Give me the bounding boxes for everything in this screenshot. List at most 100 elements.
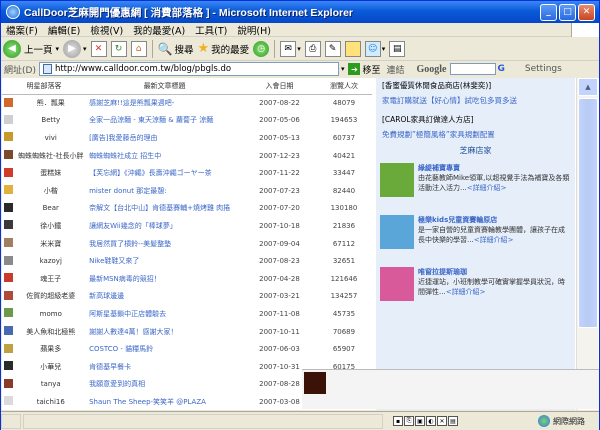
article-title-link[interactable]: 最新MSN病毒的競招！: [86, 270, 243, 288]
avatar[interactable]: [4, 343, 13, 353]
article-title-link[interactable]: 我居然買了槓鈴--美髮整墊: [86, 235, 243, 253]
blogger-name[interactable]: 徐小鐵: [15, 217, 86, 235]
article-title-link[interactable]: 蜘蛛蜘蛛社成立 招生中: [86, 147, 243, 165]
article-title-link[interactable]: 全家一品涼麵 - 東天涼麵 & 蘿蔔子 涼麵: [86, 112, 243, 130]
avatar[interactable]: [4, 202, 13, 212]
shop-thumbnail[interactable]: [380, 163, 414, 197]
article-title-link[interactable]: 新高球邊邊: [86, 288, 243, 306]
forward-button[interactable]: ▶ ▾: [63, 39, 87, 58]
article-title-link[interactable]: Nike鞋鞋又來了: [86, 252, 243, 270]
article-title-link[interactable]: 謝謝人數達4萬！感謝大家！: [86, 323, 243, 341]
menu-favorites[interactable]: 我的最愛(A): [128, 23, 190, 37]
avatar[interactable]: [4, 361, 13, 371]
article-title-link[interactable]: 奈解文【台北中山】肯德基賽輔+燒烤雞 肉捲: [86, 200, 243, 218]
blogger-name[interactable]: Bear: [15, 200, 86, 218]
edit-button[interactable]: ✎: [324, 40, 341, 57]
blogger-name[interactable]: 熊．瓢果: [15, 94, 86, 112]
article-title-link[interactable]: 讓網友Wii幾念的「棒球夢」: [86, 217, 243, 235]
blogger-name[interactable]: taichi16: [15, 393, 86, 410]
go-button[interactable]: ➔ 移至: [348, 63, 380, 76]
menu-help[interactable]: 說明(H): [232, 23, 276, 37]
blogger-name[interactable]: 蛋糕妹: [15, 164, 86, 182]
blogger-name[interactable]: 小華兒: [15, 358, 86, 376]
minimize-button[interactable]: _: [540, 3, 557, 21]
blogger-name[interactable]: 佐賀的超級老婆: [15, 288, 86, 306]
research-button[interactable]: ▤: [389, 40, 406, 57]
article-title-link[interactable]: [廣告]我愛藤岳的理由: [86, 129, 243, 147]
menu-view[interactable]: 檢視(V): [85, 23, 128, 37]
article-title-link[interactable]: 【芙忘網】《沖繩》長壽沖繩ゴーヤー茶: [86, 164, 243, 182]
shop-title-link[interactable]: 綠緹補寶專賣: [418, 163, 571, 173]
shop-title-link[interactable]: 唯窗拉提斯瑜珈: [418, 267, 571, 277]
avatar[interactable]: [4, 273, 13, 283]
avatar[interactable]: [4, 396, 13, 406]
avatar[interactable]: [4, 114, 13, 124]
avatar[interactable]: [4, 97, 13, 107]
shop-more-link[interactable]: <詳細介紹>: [474, 236, 514, 244]
sidebar-promo-link-1[interactable]: 家電訂購就送【好心情】試吃包多買多送: [376, 93, 575, 108]
article-title-link[interactable]: mister donut 那定最憩:: [86, 182, 243, 200]
home-button[interactable]: ⌂: [130, 40, 147, 57]
shop-thumbnail[interactable]: [380, 215, 414, 249]
search-button[interactable]: 🔍 搜尋: [158, 42, 194, 56]
article-title-link[interactable]: COSTCO - 貓糧馬鈴: [86, 340, 243, 358]
menu-edit[interactable]: 編輯(E): [43, 23, 85, 37]
scroll-up-button[interactable]: ▲: [578, 78, 598, 96]
blogger-name[interactable]: tanya: [15, 376, 86, 394]
scroll-thumb[interactable]: [578, 98, 598, 328]
menu-file[interactable]: 檔案(F): [1, 23, 43, 37]
shop-thumbnail[interactable]: [380, 267, 414, 301]
favorites-button[interactable]: ★ 我的最愛: [198, 41, 250, 56]
blogger-name[interactable]: kazoyj: [15, 252, 86, 270]
avatar[interactable]: [4, 132, 13, 142]
settings-button[interactable]: Settings: [525, 64, 562, 74]
stop-button[interactable]: ✕: [90, 40, 107, 57]
mail-button[interactable]: ✉ ▾: [280, 40, 301, 57]
blogger-name[interactable]: 蘋果多: [15, 340, 86, 358]
history-button[interactable]: ◷: [253, 40, 270, 57]
avatar[interactable]: [4, 238, 13, 248]
blogger-name[interactable]: 小楷: [15, 182, 86, 200]
avatar[interactable]: [4, 220, 13, 230]
article-title-link[interactable]: 我願意愛到的真相: [86, 376, 243, 394]
print-icon: ⎙: [304, 40, 321, 57]
avatar[interactable]: [4, 255, 13, 265]
avatar[interactable]: [4, 378, 13, 388]
blogger-name[interactable]: momo: [15, 305, 86, 323]
blogger-name[interactable]: 蜘蛛蜘蛛社-社長小胖: [15, 147, 86, 165]
article-title-link[interactable]: 阿斯星基鎖中正店體驗去: [86, 305, 243, 323]
shop-more-link[interactable]: <詳細介紹>: [467, 184, 507, 192]
sidebar-promo-link-2[interactable]: 免費規劃”極簡風格”家具規劃配置: [376, 127, 575, 142]
google-search-input[interactable]: [449, 63, 496, 75]
avatar[interactable]: [4, 185, 13, 195]
avatar[interactable]: [4, 308, 13, 318]
links-label[interactable]: 連結: [386, 63, 404, 76]
messenger-button[interactable]: ☺ ▾: [364, 40, 385, 57]
sidebar-shop-line-1: [香蜜優質休閒食品商店(林斐奕)]: [382, 81, 492, 90]
blogger-name[interactable]: vivi: [15, 129, 86, 147]
shop-title-link[interactable]: 極樂kids兒童資賽輪原店: [418, 215, 571, 225]
back-button[interactable]: ◀ 上一頁 ▾: [3, 39, 59, 58]
menu-tools[interactable]: 工具(T): [190, 23, 232, 37]
blogger-name[interactable]: Betty: [15, 112, 86, 130]
blogger-name[interactable]: 美人魚和北極熊: [15, 323, 86, 341]
avatar[interactable]: [4, 326, 13, 336]
discuss-button[interactable]: [344, 40, 361, 57]
blogger-name[interactable]: 魂王子: [15, 270, 86, 288]
avatar[interactable]: [4, 167, 13, 177]
avatar[interactable]: [4, 290, 13, 300]
print-button[interactable]: ⎙: [304, 40, 321, 57]
vertical-scrollbar[interactable]: ▲ ▼: [576, 78, 598, 410]
address-input[interactable]: http://www.calldoor.com.tw/blog/pbgls.do: [38, 62, 339, 76]
article-title-link[interactable]: 感謝芝麻!!這是熊瓢果週吧-: [86, 94, 243, 112]
refresh-button[interactable]: ↻: [110, 40, 127, 57]
address-dropdown-icon[interactable]: ▾: [341, 65, 345, 73]
avatar[interactable]: [4, 150, 13, 160]
google-search-button[interactable]: G: [498, 64, 505, 74]
blogger-name[interactable]: 米米寶: [15, 235, 86, 253]
article-title-link[interactable]: Shaun The Sheep-笑笑羊 @PLAZA: [86, 393, 243, 410]
article-title-link[interactable]: 肯德基早餐卡: [86, 358, 243, 376]
close-button[interactable]: ✕: [578, 3, 595, 21]
shop-more-link[interactable]: <詳細介紹>: [446, 288, 486, 296]
maximize-button[interactable]: □: [559, 3, 576, 21]
